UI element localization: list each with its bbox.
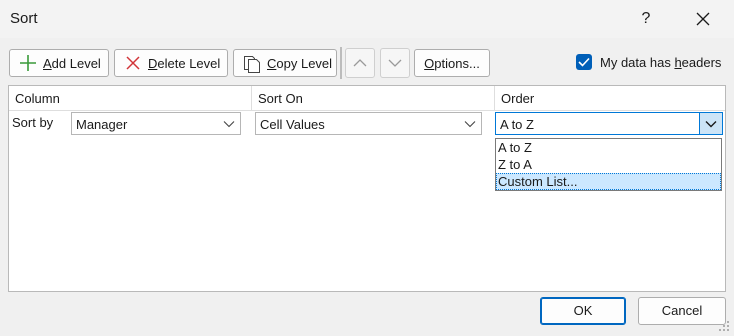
sort-on-value: Cell Values bbox=[260, 117, 325, 132]
chevron-down-icon bbox=[459, 113, 481, 134]
order-combobox[interactable]: A to Z bbox=[495, 112, 723, 135]
headers-checkbox[interactable] bbox=[576, 54, 592, 70]
order-header: Order bbox=[495, 86, 725, 111]
move-down-button[interactable] bbox=[380, 48, 410, 78]
sort-by-label: Sort by bbox=[12, 115, 54, 130]
cancel-button[interactable]: Cancel bbox=[638, 297, 726, 325]
chevron-down-icon bbox=[699, 113, 722, 134]
resize-grip-icon[interactable] bbox=[718, 320, 730, 332]
order-dropdown-list: A to Z Z to A Custom List... bbox=[495, 138, 722, 191]
copy-level-label: Copy Level bbox=[267, 55, 333, 71]
chevron-down-icon bbox=[218, 113, 240, 134]
title-bar: Sort ? bbox=[0, 0, 734, 38]
ok-button[interactable]: OK bbox=[540, 297, 626, 325]
chevron-up-icon bbox=[353, 59, 367, 67]
copy-icon bbox=[242, 53, 262, 73]
checkmark-icon bbox=[578, 57, 590, 67]
toolbar-separator bbox=[340, 47, 342, 79]
close-icon bbox=[696, 12, 710, 26]
headers-checkbox-label[interactable]: My data has headers bbox=[600, 55, 721, 70]
column-combobox[interactable]: Manager bbox=[71, 112, 241, 135]
chevron-down-icon bbox=[388, 59, 402, 67]
order-option-z-to-a[interactable]: Z to A bbox=[496, 156, 721, 173]
sort-on-header: Sort On bbox=[252, 86, 495, 111]
dialog-title: Sort bbox=[10, 10, 38, 27]
delete-level-label: Delete Level bbox=[148, 55, 221, 71]
copy-level-button[interactable]: Copy Level bbox=[233, 49, 337, 77]
order-value: A to Z bbox=[500, 117, 534, 132]
add-level-button[interactable]: Add Level bbox=[9, 49, 109, 77]
help-button[interactable]: ? bbox=[630, 3, 662, 35]
sort-on-combobox[interactable]: Cell Values bbox=[255, 112, 482, 135]
column-header: Column bbox=[9, 86, 252, 111]
delete-x-icon bbox=[123, 53, 143, 73]
options-button[interactable]: Options... bbox=[414, 49, 490, 77]
delete-level-button[interactable]: Delete Level bbox=[114, 49, 228, 77]
options-label: Options... bbox=[424, 55, 480, 71]
column-value: Manager bbox=[76, 117, 128, 132]
order-option-a-to-z[interactable]: A to Z bbox=[496, 139, 721, 156]
close-button[interactable] bbox=[686, 3, 720, 35]
add-level-label: Add Level bbox=[43, 55, 101, 71]
plus-icon bbox=[18, 53, 38, 73]
order-option-custom-list[interactable]: Custom List... bbox=[496, 173, 721, 190]
move-up-button[interactable] bbox=[345, 48, 375, 78]
